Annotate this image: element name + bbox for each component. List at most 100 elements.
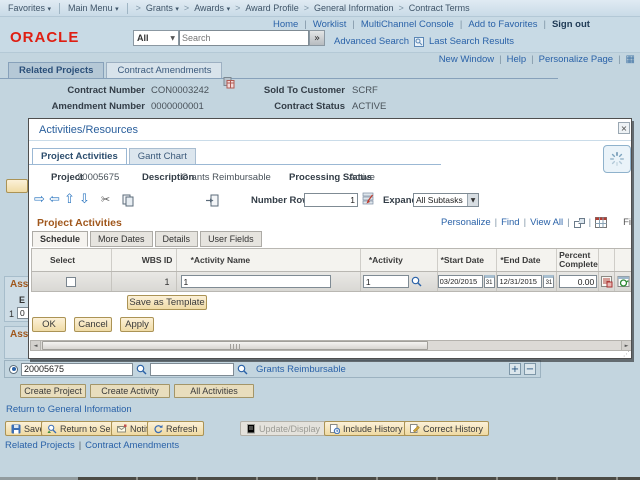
tab-user-fields[interactable]: User Fields	[200, 231, 262, 247]
transfer-icon[interactable]	[222, 76, 235, 89]
calendar-icon[interactable]: 31	[484, 275, 495, 288]
include-history-button[interactable]: Include History	[324, 421, 409, 436]
end-date-input[interactable]	[497, 275, 542, 288]
home-link[interactable]: Home	[273, 19, 298, 30]
pager-first-label: First	[623, 217, 632, 228]
breadcrumb-main-menu[interactable]: Main Menu ▾	[68, 3, 119, 13]
resource-schedule-icon[interactable]	[617, 275, 630, 288]
indent-right-icon[interactable]: ⇨	[34, 192, 45, 207]
all-activities-button[interactable]: All Activities	[174, 384, 254, 398]
footer-related-projects-link[interactable]: Related Projects	[5, 440, 75, 451]
last-search-results-link[interactable]: Last Search Results	[429, 36, 514, 47]
help-link[interactable]: Help	[507, 54, 527, 65]
find-link[interactable]: Find	[501, 217, 519, 228]
footer-contract-amendments-link[interactable]: Contract Amendments	[85, 440, 179, 451]
worklist-link[interactable]: Worklist	[313, 19, 347, 30]
activity-input[interactable]	[363, 275, 409, 288]
breadcrumb-favorites[interactable]: Favorites ▾	[8, 3, 51, 13]
separator: |	[495, 217, 497, 228]
col-select: Select	[32, 249, 112, 271]
project-id-input[interactable]	[21, 363, 133, 376]
advanced-search-link[interactable]: Advanced Search	[334, 36, 409, 47]
search-go-button[interactable]: »	[309, 30, 325, 46]
indent-left-icon[interactable]: ⇦	[49, 192, 60, 207]
expand-select[interactable]: All Subtasks ▼	[413, 193, 479, 207]
personalize-page-link[interactable]: Personalize Page	[539, 54, 613, 65]
separator: |	[618, 54, 620, 65]
move-down-icon[interactable]: ⇩	[79, 192, 90, 207]
tab-contract-amendments[interactable]: Contract Amendments	[106, 62, 222, 79]
lookup-icon[interactable]	[411, 276, 422, 287]
correct-history-button[interactable]: Correct History	[404, 421, 489, 436]
return-to-general-information-link[interactable]: Return to General Information	[6, 404, 132, 415]
move-up-icon[interactable]: ⇧	[64, 192, 75, 207]
correct-history-icon	[410, 424, 420, 434]
tab-details[interactable]: Details	[155, 231, 199, 247]
project-description-link[interactable]: Grants Reimbursable	[256, 364, 346, 375]
activity-filter-input[interactable]	[150, 363, 234, 376]
lookup-icon[interactable]	[237, 364, 248, 375]
project-radio[interactable]	[9, 365, 18, 374]
close-icon[interactable]: ×	[618, 122, 630, 134]
separator: |	[543, 19, 545, 30]
cut-icon[interactable]: ✂	[101, 193, 110, 206]
search-input[interactable]	[179, 30, 309, 46]
download-grid-icon[interactable]	[595, 217, 607, 228]
tab-more-dates[interactable]: More Dates	[90, 231, 153, 247]
percent-complete-input[interactable]	[559, 275, 597, 288]
personalize-link[interactable]: Personalize	[441, 217, 491, 228]
activity-name-input[interactable]	[181, 275, 331, 288]
page-utility-bar: New Window| Help| Personalize Page| ▦	[439, 54, 635, 65]
scroll-right-arrow[interactable]: ►	[621, 341, 631, 350]
separator: |	[79, 440, 81, 451]
calendar-icon[interactable]: 31	[543, 275, 554, 288]
tab-project-activities[interactable]: Project Activities	[32, 148, 127, 165]
breadcrumb-grants[interactable]: Grants ▾	[146, 3, 179, 13]
search-scope-select[interactable]: All ▼	[133, 30, 179, 46]
breadcrumb: Favorites ▾ Main Menu ▾ > Grants ▾ > Awa…	[0, 0, 640, 17]
activity-notes-icon[interactable]	[600, 275, 613, 288]
contract-status-value: ACTIVE	[352, 101, 386, 112]
start-date-input[interactable]	[438, 275, 483, 288]
paste-icon[interactable]	[206, 194, 219, 207]
breadcrumb-general-information[interactable]: General Information	[314, 3, 394, 13]
modal-title-rule	[29, 140, 632, 141]
wbs-id-value: 1	[112, 272, 177, 291]
view-all-link[interactable]: View All	[530, 217, 563, 228]
apply-button[interactable]: Apply	[120, 317, 154, 332]
select-checkbox[interactable]	[66, 277, 76, 287]
sign-out-link[interactable]: Sign out	[552, 19, 590, 30]
popup-window-icon[interactable]	[574, 218, 585, 228]
scroll-left-arrow[interactable]: ◄	[31, 341, 41, 350]
tab-related-projects[interactable]: Related Projects	[8, 62, 104, 79]
cancel-button[interactable]: Cancel	[74, 317, 112, 332]
col-activity-name: *Activity Name	[177, 249, 361, 271]
layout-grid-icon[interactable]: ▦	[626, 54, 635, 65]
refresh-button[interactable]: Refresh	[147, 421, 204, 436]
separator: |	[567, 217, 569, 228]
add-to-favorites-link[interactable]: Add to Favorites	[468, 19, 537, 30]
resize-grip-icon[interactable]: ⋰	[623, 350, 630, 358]
tab-gantt-chart[interactable]: Gantt Chart	[129, 148, 196, 165]
add-row-button[interactable]: +	[509, 363, 521, 375]
tab-rule	[0, 78, 558, 79]
insert-rows-icon[interactable]	[362, 192, 374, 205]
breadcrumb-award-profile[interactable]: Award Profile	[245, 3, 298, 13]
col-activity: *Activity	[361, 249, 438, 271]
scrollbar-thumb[interactable]	[42, 341, 428, 350]
breadcrumb-contract-terms[interactable]: Contract Terms	[409, 3, 470, 13]
breadcrumb-awards[interactable]: Awards ▾	[194, 3, 230, 13]
chevron-down-icon: ▾	[48, 5, 52, 13]
create-activity-button[interactable]: Create Activity	[90, 384, 170, 398]
lookup-icon[interactable]	[136, 364, 147, 375]
create-project-button[interactable]: Create Project	[20, 384, 86, 398]
number-rows-input[interactable]	[304, 193, 358, 207]
new-window-link[interactable]: New Window	[439, 54, 494, 65]
tab-schedule[interactable]: Schedule	[32, 231, 88, 247]
copy-icon[interactable]	[122, 194, 134, 207]
delete-row-button[interactable]: −	[524, 363, 536, 375]
save-as-template-button[interactable]: Save as Template	[127, 295, 207, 310]
header-links: Home| Worklist| MultiChannel Console| Ad…	[273, 19, 590, 30]
multichannel-console-link[interactable]: MultiChannel Console	[361, 19, 454, 30]
ok-button[interactable]: OK	[32, 317, 66, 332]
